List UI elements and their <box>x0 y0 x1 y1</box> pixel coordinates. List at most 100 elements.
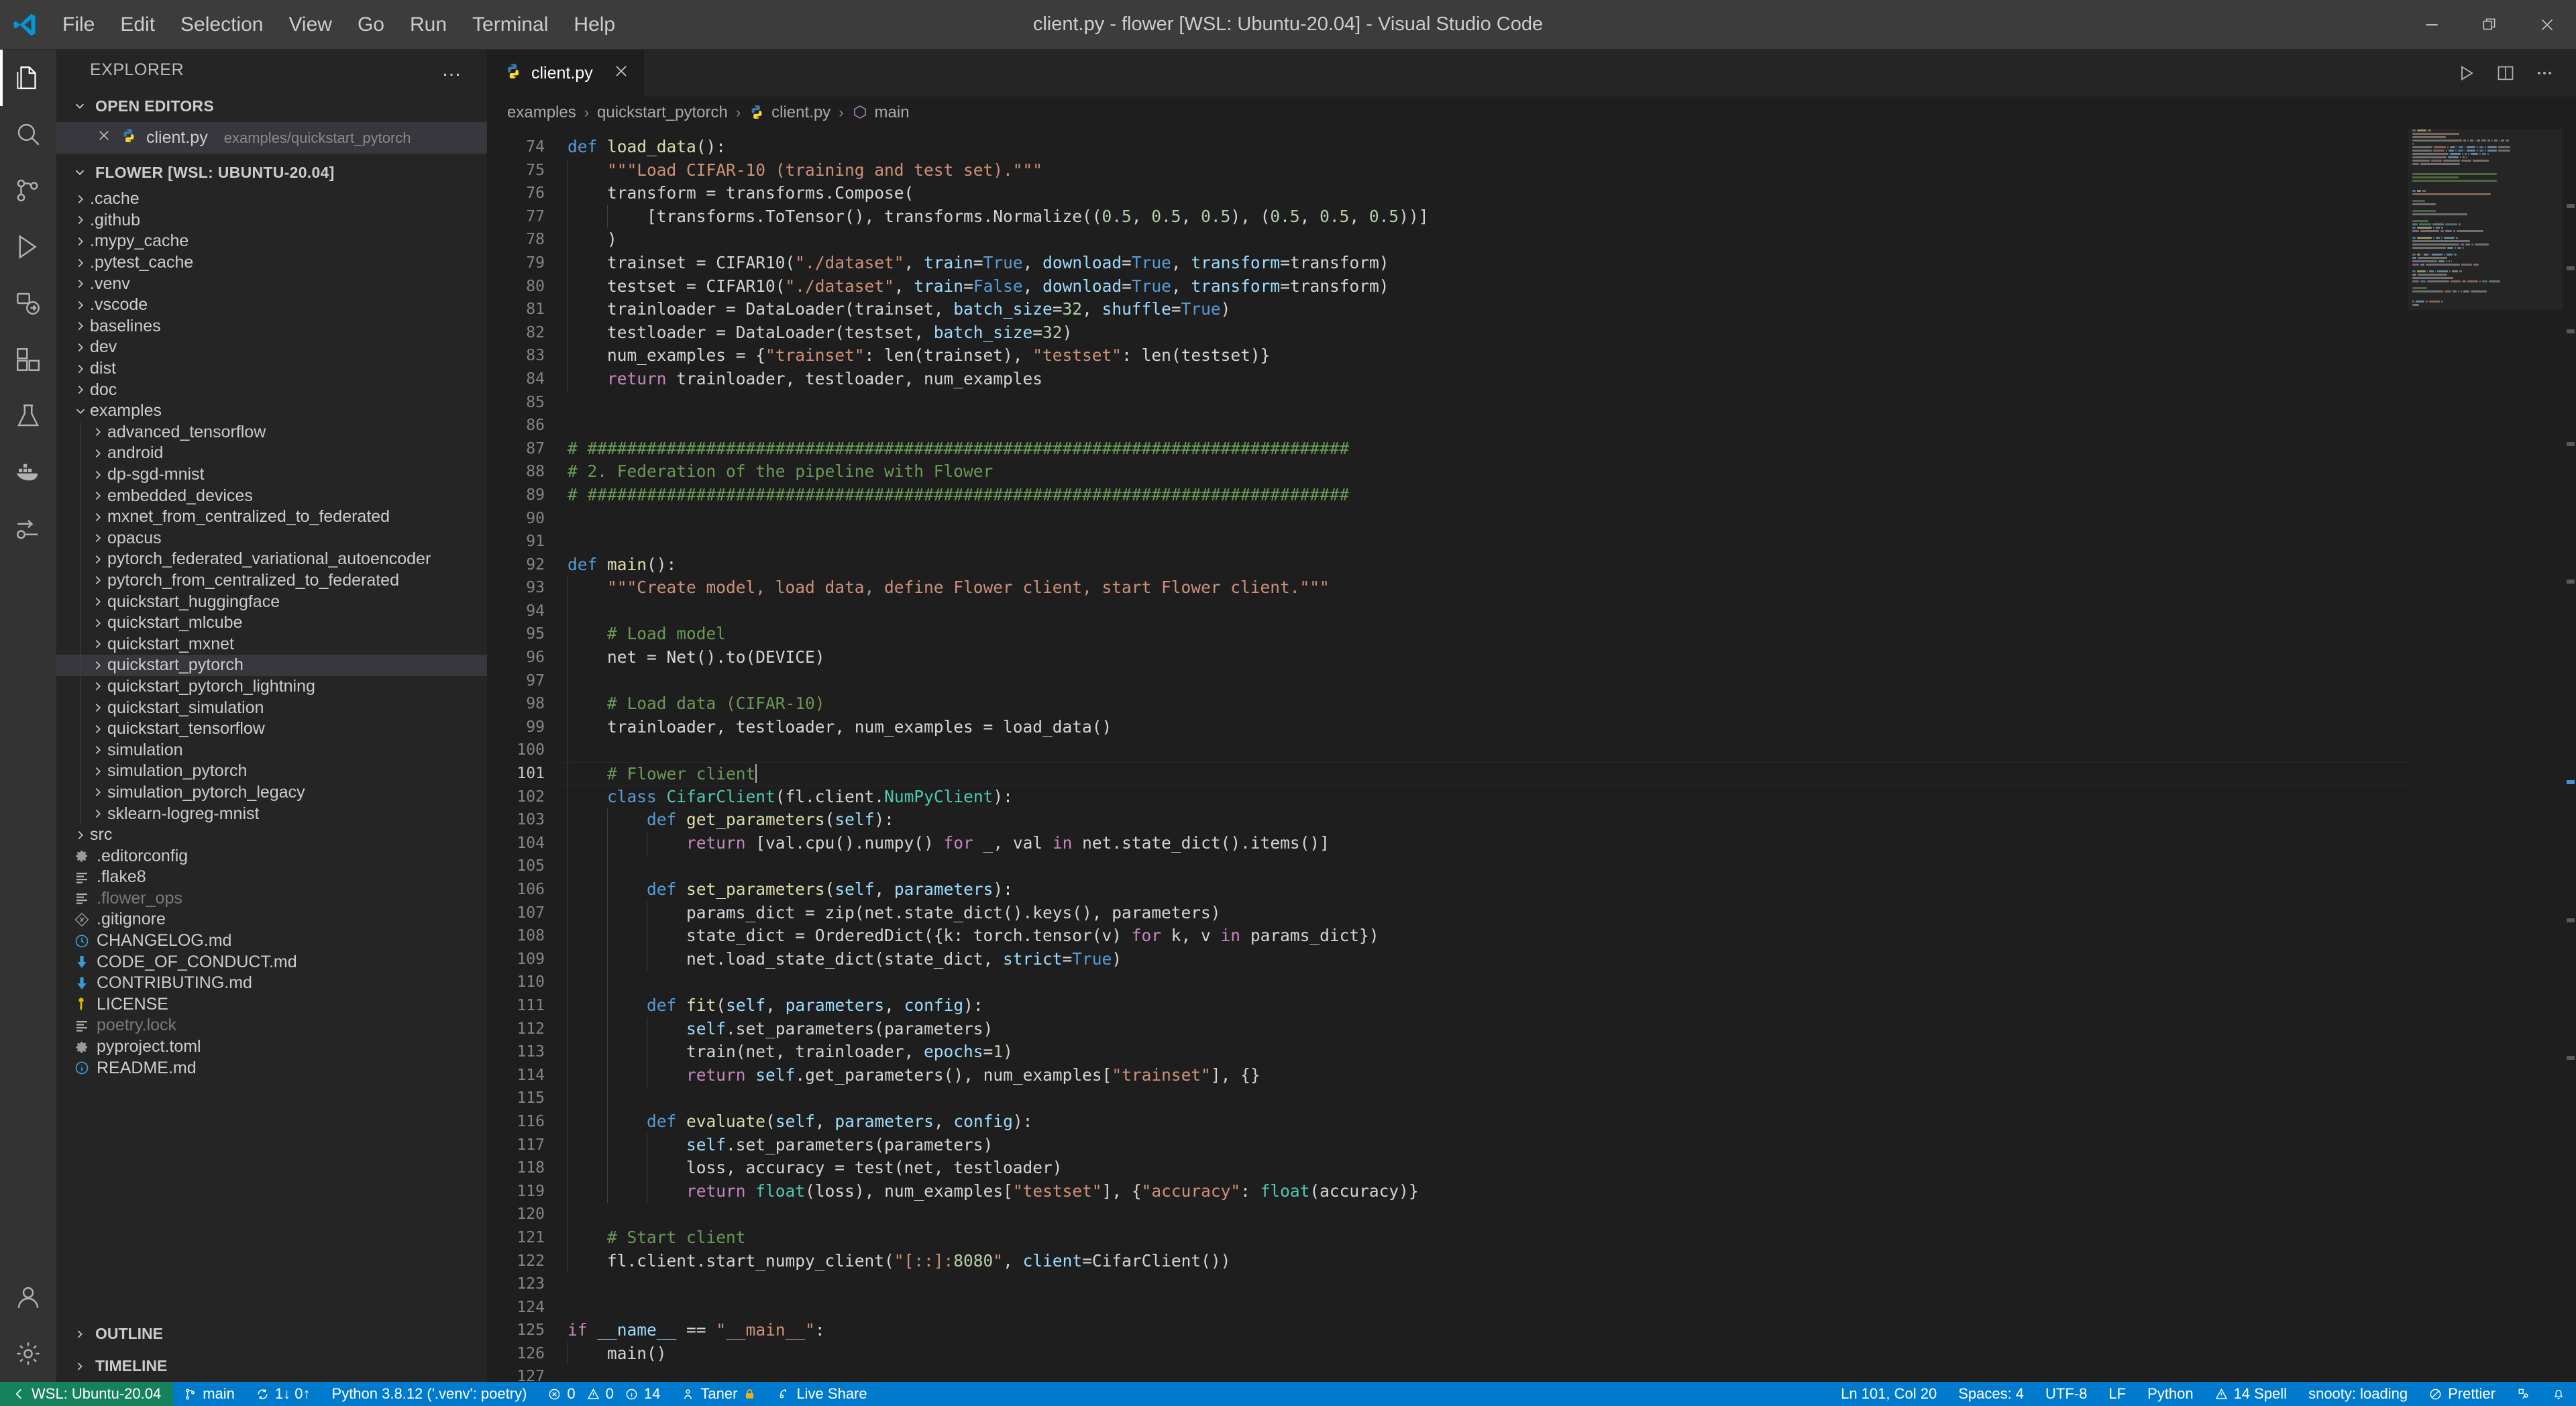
tree-item-simulation-pytorch-legacy[interactable]: simulation_pytorch_legacy <box>56 781 487 804</box>
tree-item-code-of-conduct-md[interactable]: CODE_OF_CONDUCT.md <box>56 951 487 973</box>
code-line[interactable] <box>559 739 2408 763</box>
code-content[interactable]: def load_data(): """Load CIFAR-10 (train… <box>559 129 2408 1382</box>
tree-item-license[interactable]: LICENSE <box>56 994 487 1016</box>
code-line[interactable]: [transforms.ToTensor(), transforms.Norma… <box>559 205 2408 229</box>
tree-item-sklearn-logreg-mnist[interactable]: sklearn-logreg-mnist <box>56 803 487 824</box>
code-line[interactable]: params_dict = zip(net.state_dict().keys(… <box>559 901 2408 925</box>
code-line[interactable] <box>559 530 2408 553</box>
section-open-editors[interactable]: OPEN EDITORS <box>56 90 487 122</box>
tree-item--venv[interactable]: .venv <box>56 273 487 294</box>
code-line[interactable] <box>559 391 2408 415</box>
search-icon[interactable] <box>0 106 56 162</box>
settings-gear-icon[interactable] <box>0 1326 56 1382</box>
tree-item--flake8[interactable]: .flake8 <box>56 867 487 888</box>
status-eol[interactable]: LF <box>2098 1382 2137 1406</box>
tree-item--cache[interactable]: .cache <box>56 188 487 210</box>
tree-item-quickstart-mxnet[interactable]: quickstart_mxnet <box>56 633 487 655</box>
tree-item-poetry-lock[interactable]: poetry.lock <box>56 1015 487 1036</box>
code-line[interactable]: testloader = DataLoader(testset, batch_s… <box>559 321 2408 345</box>
code-line[interactable] <box>559 1203 2408 1226</box>
activity-bar[interactable] <box>0 50 56 1382</box>
code-line[interactable]: # Load model <box>559 623 2408 647</box>
code-line[interactable] <box>559 507 2408 531</box>
tree-item-examples[interactable]: examples <box>56 400 487 422</box>
code-area[interactable]: 74 75 76 77 78 79 80 81 82 83 84 85 86 87 88 89 90 91 92 93… <box>487 129 2576 1382</box>
tree-item-simulation-pytorch[interactable]: simulation_pytorch <box>56 761 487 782</box>
status-bar[interactable]: WSL: Ubuntu-20.04 main 1↓ 0↑ Python 3.8.… <box>0 1382 2576 1406</box>
status-remote-indicator[interactable]: WSL: Ubuntu-20.04 <box>0 1382 174 1406</box>
code-line[interactable]: """Create model, load data, define Flowe… <box>559 576 2408 600</box>
code-line[interactable]: def main(): <box>559 553 2408 577</box>
tree-item-dev[interactable]: dev <box>56 337 487 358</box>
code-line[interactable]: net = Net().to(DEVICE) <box>559 646 2408 669</box>
code-line[interactable]: testset = CIFAR10("./dataset", train=Fal… <box>559 274 2408 299</box>
minimize-button[interactable] <box>2403 0 2461 50</box>
tree-item-quickstart-tensorflow[interactable]: quickstart_tensorflow <box>56 718 487 740</box>
code-line[interactable]: """Load CIFAR-10 (training and test set)… <box>559 158 2408 182</box>
tree-item--github[interactable]: .github <box>56 210 487 231</box>
run-python-file-icon[interactable] <box>2447 50 2486 97</box>
testing-icon[interactable] <box>0 388 56 444</box>
tree-item--vscode[interactable]: .vscode <box>56 294 487 316</box>
status-live-share-user[interactable]: Taner <box>671 1382 767 1406</box>
tree-item-changelog-md[interactable]: CHANGELOG.md <box>56 930 487 952</box>
minimap-slider[interactable] <box>2408 129 2563 310</box>
accounts-icon[interactable] <box>0 1269 56 1326</box>
tab-client-py[interactable]: client.py <box>487 50 645 97</box>
section-timeline[interactable]: TIMELINE <box>56 1350 487 1382</box>
run-and-debug-icon[interactable] <box>0 219 56 275</box>
code-line[interactable]: trainloader, testloader, num_examples = … <box>559 715 2408 739</box>
tab-close-icon[interactable] <box>613 63 629 84</box>
status-language-mode[interactable]: Python <box>2137 1382 2204 1406</box>
extensions-icon[interactable] <box>0 331 56 388</box>
breadcrumb-item-examples[interactable]: examples <box>507 103 576 122</box>
docker-icon[interactable] <box>0 444 56 500</box>
code-line[interactable]: trainset = CIFAR10("./dataset", train=Tr… <box>559 251 2408 275</box>
tree-item--editorconfig[interactable]: .editorconfig <box>56 845 487 867</box>
editor-scrollbar[interactable] <box>2563 129 2576 1382</box>
code-line[interactable]: # Start client <box>559 1226 2408 1250</box>
menu-item-terminal[interactable]: Terminal <box>460 0 561 50</box>
more-actions-icon[interactable] <box>2525 50 2564 97</box>
tree-item-quickstart-pytorch[interactable]: quickstart_pytorch <box>56 655 487 676</box>
tree-item-pyproject-toml[interactable]: pyproject.toml <box>56 1036 487 1058</box>
status-snooty[interactable]: snooty: loading <box>2298 1382 2418 1406</box>
tree-item--gitignore[interactable]: .gitignore <box>56 909 487 930</box>
code-line[interactable] <box>559 669 2408 693</box>
code-line[interactable]: return self.get_parameters(), num_exampl… <box>559 1063 2408 1087</box>
code-line[interactable]: def set_parameters(self, parameters): <box>559 878 2408 902</box>
window-controls[interactable] <box>2403 0 2576 50</box>
section-outline[interactable]: OUTLINE <box>56 1317 487 1350</box>
status-cursor-position[interactable]: Ln 101, Col 20 <box>1830 1382 1947 1406</box>
menu-item-edit[interactable]: Edit <box>107 0 168 50</box>
breadcrumb[interactable]: examples › quickstart_pytorch › client.p… <box>487 97 2576 129</box>
tree-item-android[interactable]: android <box>56 443 487 464</box>
breadcrumb-item-main[interactable]: main <box>852 103 910 122</box>
menu-item-go[interactable]: Go <box>345 0 397 50</box>
tree-item-doc[interactable]: doc <box>56 379 487 400</box>
tree-item--pytest-cache[interactable]: .pytest_cache <box>56 252 487 274</box>
tree-item-embedded-devices[interactable]: embedded_devices <box>56 485 487 506</box>
status-python-interpreter[interactable]: Python 3.8.12 ('.venv': poetry) <box>321 1382 538 1406</box>
tree-item-quickstart-huggingface[interactable]: quickstart_huggingface <box>56 591 487 612</box>
code-line[interactable]: return [val.cpu().numpy() for _, val in … <box>559 831 2408 855</box>
menu-item-help[interactable]: Help <box>561 0 628 50</box>
tree-item-dp-sgd-mnist[interactable]: dp-sgd-mnist <box>56 464 487 486</box>
restore-button[interactable] <box>2461 0 2518 50</box>
code-line[interactable]: def load_data(): <box>559 136 2408 159</box>
tree-item-opacus[interactable]: opacus <box>56 527 487 549</box>
status-indentation[interactable]: Spaces: 4 <box>1947 1382 2035 1406</box>
tree-item--mypy-cache[interactable]: .mypy_cache <box>56 231 487 252</box>
code-line[interactable]: return float(loss), num_examples["testse… <box>559 1179 2408 1203</box>
tree-item-quickstart-mlcube[interactable]: quickstart_mlcube <box>56 612 487 634</box>
section-workspace-root[interactable]: FLOWER [WSL: UBUNTU-20.04] <box>56 156 487 188</box>
status-prettier[interactable]: Prettier <box>2418 1382 2506 1406</box>
code-line[interactable]: self.set_parameters(parameters) <box>559 1133 2408 1157</box>
tree-item-simulation[interactable]: simulation <box>56 739 487 761</box>
code-line[interactable] <box>559 1365 2408 1382</box>
tree-item-readme-md[interactable]: README.md <box>56 1057 487 1079</box>
open-editor-item-client-py[interactable]: client.py examples/quickstart_pytorch <box>56 122 487 154</box>
menu-bar[interactable]: File Edit Selection View Go Run Terminal… <box>50 0 628 50</box>
remote-explorer-icon[interactable] <box>0 275 56 331</box>
code-line[interactable]: if __name__ == "__main__": <box>559 1319 2408 1342</box>
